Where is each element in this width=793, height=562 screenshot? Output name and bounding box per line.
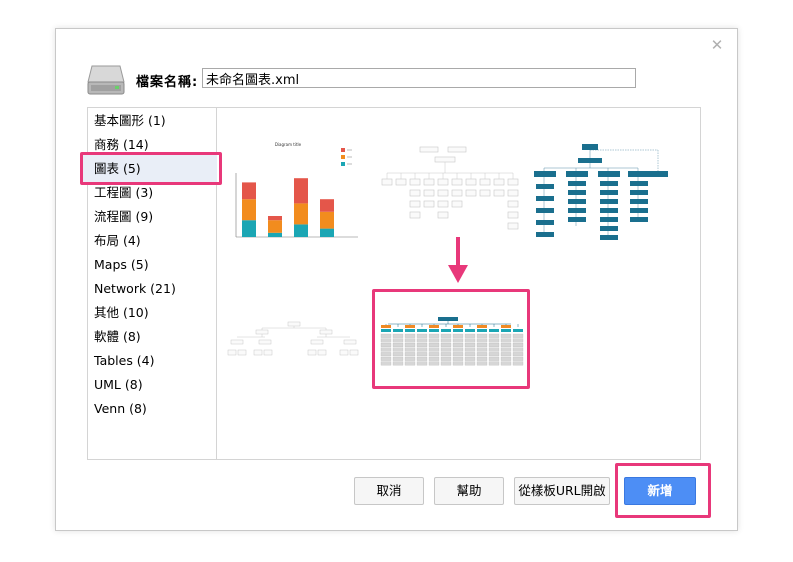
thumbnail-wide-tree[interactable] [226, 320, 370, 360]
category-item[interactable]: UML (8) [94, 375, 143, 395]
thumb-bar [242, 220, 256, 237]
category-item[interactable]: Tables (4) [94, 351, 155, 371]
category-item[interactable]: Maps (5) [94, 255, 149, 275]
thumb-bars [242, 178, 334, 237]
thumbnail-tree-diagram[interactable] [380, 145, 522, 235]
category-item[interactable]: 軟體 (8) [94, 327, 141, 347]
hard-drive-icon [87, 65, 125, 95]
cancel-button[interactable]: 取消 [354, 477, 424, 505]
thumb-bar [294, 203, 308, 225]
template-highlight [372, 289, 530, 389]
thumb-bar [268, 220, 282, 233]
category-item[interactable]: 工程圖 (3) [94, 183, 153, 203]
thumb-bar [242, 182, 256, 200]
thumb-bar [294, 178, 308, 204]
thumbnail-org-chart[interactable] [532, 140, 680, 242]
thumb-bar [242, 199, 256, 221]
thumbnail-bar-chart[interactable]: Diagram title [228, 135, 370, 243]
category-item[interactable]: 布局 (4) [94, 231, 141, 251]
category-item[interactable]: Network (21) [94, 279, 176, 299]
arrow-down-icon [448, 237, 468, 283]
category-item[interactable]: Venn (8) [94, 399, 147, 419]
category-highlight [80, 152, 222, 185]
thumb-bar [320, 228, 334, 237]
thumb-bar [320, 211, 334, 229]
help-button[interactable]: 幫助 [434, 477, 504, 505]
category-item[interactable]: 其他 (10) [94, 303, 149, 323]
category-item[interactable]: 基本圖形 (1) [94, 111, 166, 131]
thumb-chart-title: Diagram title [275, 142, 302, 147]
open-from-url-button[interactable]: 從樣板URL開啟 [514, 477, 610, 505]
thumb-bar [268, 216, 282, 221]
thumb-bar [320, 199, 334, 212]
thumb-bar [294, 224, 308, 237]
category-item[interactable]: 流程圖 (9) [94, 207, 153, 227]
thumb-bar [268, 232, 282, 237]
create-button-highlight [615, 463, 711, 518]
filename-input[interactable] [202, 68, 636, 88]
filename-label: 檔案名稱: [136, 75, 199, 90]
close-icon[interactable]: ✕ [710, 37, 724, 53]
